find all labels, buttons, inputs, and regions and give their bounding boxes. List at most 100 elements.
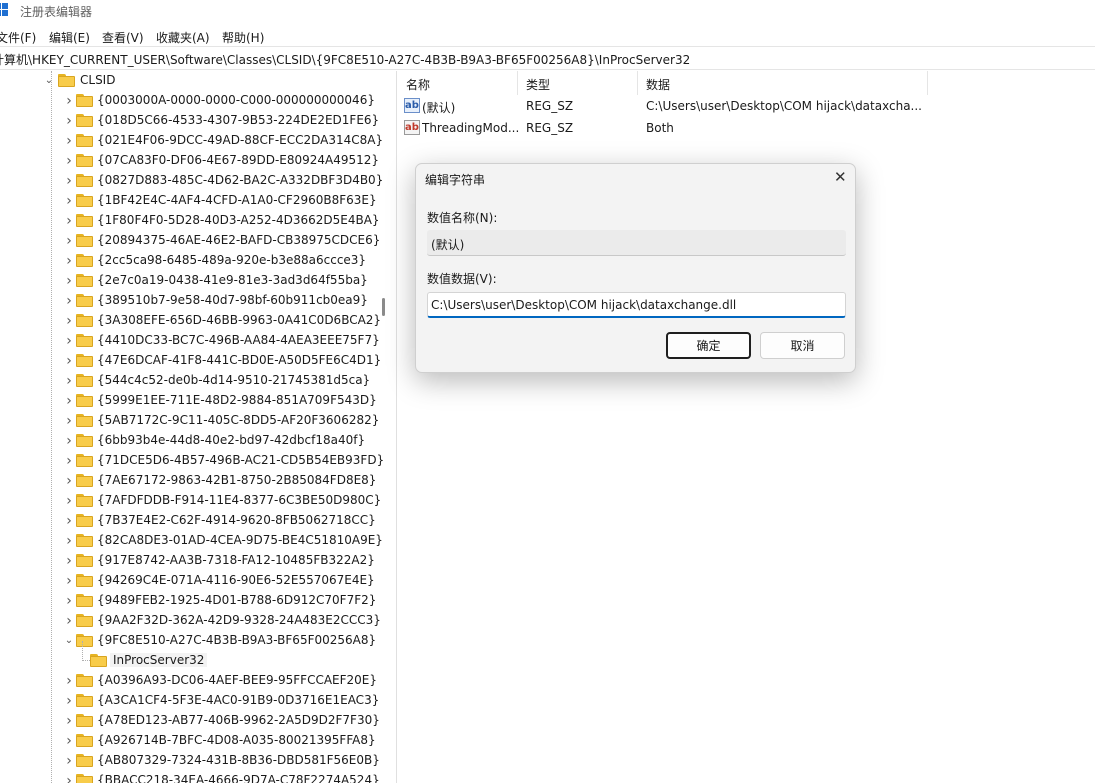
ok-button[interactable]: 确定 [666,332,751,359]
folder-icon [76,734,93,747]
value-row[interactable]: ab ThreadingMod... REG_SZ Both [397,117,997,139]
cancel-button[interactable]: 取消 [760,332,845,359]
expand-icon[interactable]: › [64,114,74,128]
menu-bar: 文件(F) 编辑(E) 查看(V) 收藏夹(A) 帮助(H) [0,26,1095,46]
expand-icon[interactable]: › [64,674,74,688]
string-value-icon: ab [404,98,420,113]
expand-icon[interactable]: › [64,734,74,748]
tree-node-label: {BBACC218-34EA-4666-9D7A-C78F2274A524} [97,773,380,783]
folder-icon [76,774,93,783]
folder-icon [76,494,93,507]
folder-icon [76,374,93,387]
tree-node-label: InProcServer32 [110,653,208,667]
expand-icon[interactable]: › [64,294,74,308]
expand-icon[interactable]: › [64,774,74,783]
expand-icon[interactable]: › [64,274,74,288]
expand-icon[interactable]: › [64,494,74,508]
expand-icon[interactable]: › [64,254,74,268]
menu-help[interactable]: 帮助(H) [222,29,264,46]
address-bar[interactable]: 计算机\HKEY_CURRENT_USER\Software\Classes\C… [0,46,1095,70]
folder-icon [76,354,93,367]
value-data: Both [646,121,674,135]
tree-node-label: {2cc5ca98-6485-489a-920e-b3e88a6ccce3} [97,253,367,267]
menu-file[interactable]: 文件(F) [0,29,36,46]
value-name-label: 数值名称(N): [427,211,498,225]
column-header-data[interactable]: 数据 [637,71,927,95]
column-header-name[interactable]: 名称 [397,71,517,95]
folder-icon [76,574,93,587]
expand-icon[interactable]: › [64,394,74,408]
tree-node-label: {7B37E4E2-C62F-4914-9620-8FB5062718CC} [97,513,376,527]
collapse-icon[interactable]: ⌄ [64,634,74,648]
close-icon[interactable]: ✕ [834,170,847,185]
tree-node-label: {A0396A93-DC06-4AEF-BEE9-95FFCCAEF20E} [97,673,378,687]
folder-icon [76,714,93,727]
folder-icon [76,554,93,567]
folder-icon [76,614,93,627]
tree-node-label: {82CA8DE3-01AD-4CEA-9D75-BE4C51810A9E} [97,533,383,547]
expand-icon[interactable]: › [64,414,74,428]
expand-icon[interactable]: › [64,134,74,148]
expand-icon[interactable]: › [64,314,74,328]
expand-icon[interactable]: › [64,574,74,588]
menu-edit[interactable]: 编辑(E) [49,29,90,46]
window-title: 注册表编辑器 [20,5,93,19]
expand-icon[interactable]: › [64,754,74,768]
title-bar: 注册表编辑器 [0,0,1095,24]
tree-node-label: {5AB7172C-9C11-405C-8DD5-AF20F3606282} [97,413,380,427]
expand-icon[interactable]: › [64,174,74,188]
column-separator[interactable] [927,71,928,95]
tree-node-label: CLSID [80,73,116,87]
expand-icon[interactable]: › [64,154,74,168]
tree-scrollbar-thumb[interactable] [382,298,385,316]
expand-icon[interactable]: › [64,594,74,608]
tree-node-label: {917E8742-AA3B-7318-FA12-10485FB322A2} [97,553,375,567]
expand-icon[interactable]: › [64,694,74,708]
expand-icon[interactable]: › [64,194,74,208]
expand-icon[interactable]: › [64,454,74,468]
tree-node-label: {A3CA1CF4-5F3E-4AC0-91B9-0D3716E1EAC3} [97,693,380,707]
value-name: ThreadingMod... [422,121,520,135]
value-data-label: 数值数据(V): [427,272,497,286]
expand-icon[interactable]: › [64,374,74,388]
tree-node-label: {9FC8E510-A27C-4B3B-B9A3-BF65F00256A8} [97,633,377,647]
value-data: C:\Users\user\Desktop\COM hijack\dataxch… [646,99,922,113]
tree-node-label: {71DCE5D6-4B57-496B-AC21-CD5B54EB93FD} [97,453,385,467]
folder-icon [76,194,93,207]
folder-icon [76,314,93,327]
expand-icon[interactable]: › [64,354,74,368]
menu-favorites[interactable]: 收藏夹(A) [156,29,210,46]
address-path[interactable]: 计算机\HKEY_CURRENT_USER\Software\Classes\C… [0,51,690,68]
expand-icon[interactable]: › [64,514,74,528]
value-type: REG_SZ [526,121,574,135]
value-data-input[interactable] [427,292,846,318]
tree-node-label: {9AA2F32D-362A-42D9-9328-24A483E2CCC3} [97,613,381,627]
folder-icon [76,754,93,767]
collapse-icon[interactable]: ⌄ [44,74,54,88]
value-row[interactable]: ab (默认) REG_SZ C:\Users\user\Desktop\COM… [397,95,997,117]
folder-icon [76,134,93,147]
dialog-title: 编辑字符串 [425,173,486,187]
expand-icon[interactable]: › [64,614,74,628]
tree-node-label: {544c4c52-de0b-4d14-9510-21745381d5ca} [97,373,371,387]
expand-icon[interactable]: › [64,94,74,108]
menu-view[interactable]: 查看(V) [102,29,144,46]
folder-icon [76,514,93,527]
key-tree[interactable]: ⌄ CLSID › {0003000A-0000-0000-C000-000000… [0,71,392,783]
folder-icon [76,234,93,247]
expand-icon[interactable]: › [64,714,74,728]
tree-node-label: {A78ED123-AB77-406B-9962-2A5D9D2F7F30} [97,713,380,727]
expand-icon[interactable]: › [64,234,74,248]
folder-icon [76,294,93,307]
expand-icon[interactable]: › [64,434,74,448]
expand-icon[interactable]: › [64,214,74,228]
expand-icon[interactable]: › [64,534,74,548]
folder-icon [90,654,107,667]
expand-icon[interactable]: › [64,334,74,348]
expand-icon[interactable]: › [64,554,74,568]
folder-icon [76,114,93,127]
column-header-type[interactable]: 类型 [517,71,637,95]
expand-icon[interactable]: › [64,474,74,488]
folder-icon [76,214,93,227]
tree-node-label: {018D5C66-4533-4307-9B53-224DE2ED1FE6} [97,113,380,127]
